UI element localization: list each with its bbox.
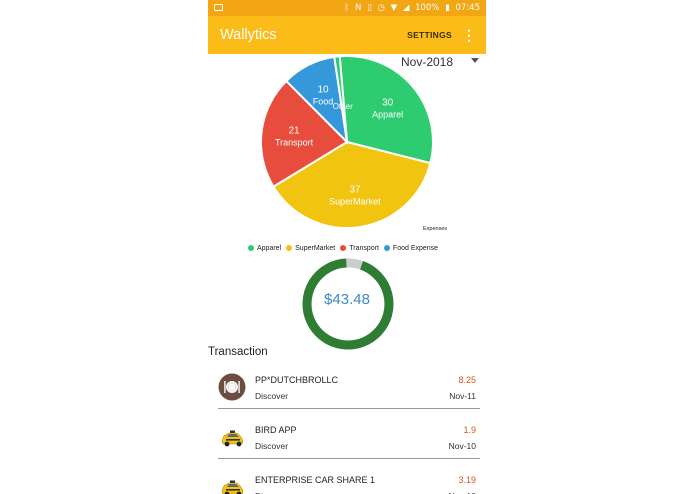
pie-label-transport: Transport <box>275 138 314 148</box>
clock: 07:45 <box>455 3 481 13</box>
legend-swatch <box>248 245 254 251</box>
expense-pie-chart[interactable]: 30Apparel 37SuperMarket 21Transport 10FoodO… <box>208 54 486 234</box>
phone-screen: ᛒ N ▯ ◷ ▼ ◢ 100% ▮ 07:45 Wallytics SETTI… <box>208 0 486 494</box>
legend-item-supermarket: SuperMarket <box>286 245 335 252</box>
legend-item-apparel: Apparel <box>248 245 281 252</box>
legend-item-food-expense: Food Expense <box>383 245 439 252</box>
app-title: Wallytics <box>220 27 277 43</box>
transactions-heading: Transaction <box>208 346 268 358</box>
bluetooth-icon: ᛒ <box>344 3 350 13</box>
chart-description: Expenses <box>423 226 448 232</box>
pie-label-supermarket: SuperMarket <box>329 197 381 207</box>
status-bar: ᛒ N ▯ ◷ ▼ ◢ 100% ▮ 07:45 <box>208 0 486 16</box>
restaurant-icon <box>218 373 246 401</box>
pie-label-food: Food <box>313 96 334 106</box>
wifi-icon: ▼ <box>390 3 398 13</box>
transaction-date: Nov-10 <box>448 441 476 451</box>
battery-icon: ▮ <box>445 3 450 13</box>
legend-item-transport: Transport <box>340 245 379 252</box>
overflow-menu-icon[interactable]: ⋮ <box>462 16 476 54</box>
row-divider <box>218 458 480 459</box>
transaction-date: Nov-11 <box>449 391 476 401</box>
row-divider <box>218 408 480 409</box>
nfc-icon: N <box>355 3 362 13</box>
transaction-amount: 1.9 <box>463 425 476 435</box>
vibrate-icon: ▯ <box>367 3 372 13</box>
chart-legend: Apparel SuperMarket Transport Food Expense <box>248 245 443 252</box>
pie-label-apparel: Apparel <box>372 109 403 119</box>
status-icons: ᛒ N ▯ ◷ ▼ ◢ 100% ▮ 07:45 <box>341 0 480 16</box>
battery-percent: 100% <box>415 3 440 13</box>
transaction-amount: 8.25 <box>458 375 476 385</box>
legend-swatch <box>383 245 390 251</box>
pie-label-other: Other <box>333 102 353 111</box>
legend-label: Apparel <box>257 245 282 252</box>
app-bar: Wallytics SETTINGS ⋮ <box>208 16 486 54</box>
transaction-account: Discover <box>255 391 289 401</box>
legend-swatch <box>286 245 293 251</box>
pie-value-transport: 21 <box>289 126 301 137</box>
transaction-account: Discover <box>255 441 289 451</box>
image-notification-icon <box>214 4 223 11</box>
transaction-row[interactable]: ENTERPRISE CAR SHARE 1Discover3.19Nov-10 <box>218 469 480 494</box>
legend-label: SuperMarket <box>295 245 336 252</box>
taxi-icon <box>218 423 246 451</box>
legend-label: Transport <box>349 245 379 252</box>
alarm-icon: ◷ <box>377 3 385 13</box>
transaction-merchant: BIRD APP <box>255 425 297 435</box>
transaction-merchant: ENTERPRISE CAR SHARE 1 <box>255 475 376 485</box>
transaction-row[interactable]: BIRD APP Discover 1.9 Nov-10 <box>218 419 480 467</box>
signal-icon: ◢ <box>402 3 410 13</box>
transaction-row[interactable]: PP*DUTCHBROLLC Discover 8.25 Nov-11 <box>218 369 480 417</box>
legend-label: Food Expense <box>392 245 439 252</box>
transaction-amount: 3.19 <box>458 475 476 485</box>
pie-value-apparel: 30 <box>382 97 394 108</box>
pie-value-supermarket: 37 <box>349 185 361 196</box>
transaction-merchant: PP*DUTCHBROLLC <box>255 375 339 385</box>
budget-amount: $43.48 <box>324 291 370 308</box>
legend-swatch <box>340 245 347 251</box>
pie-value-food: 10 <box>317 84 329 95</box>
taxi-icon <box>218 473 246 494</box>
settings-button[interactable]: SETTINGS <box>407 16 452 54</box>
